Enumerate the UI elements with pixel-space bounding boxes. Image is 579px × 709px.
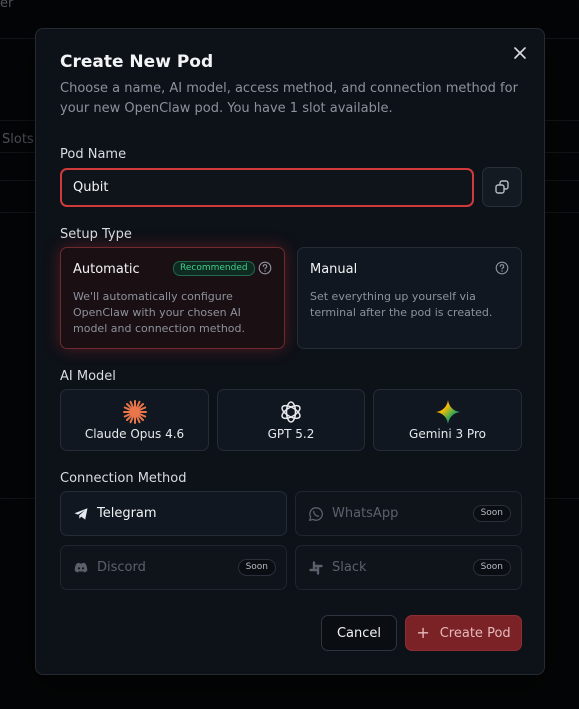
- recommended-badge: Recommended: [173, 261, 255, 276]
- setup-option-manual[interactable]: Manual Set everything up yourself via te…: [297, 247, 522, 349]
- connection-option-name: WhatsApp: [332, 506, 399, 521]
- cancel-button[interactable]: Cancel: [321, 615, 397, 651]
- soon-badge: Soon: [237, 559, 276, 576]
- discord-icon: [74, 562, 88, 573]
- create-pod-dialog: Create New Pod Choose a name, AI model, …: [35, 28, 545, 675]
- connection-option-name: Slack: [332, 560, 367, 575]
- copy-link-button[interactable]: [482, 167, 522, 207]
- help-icon[interactable]: [258, 261, 272, 275]
- link-icon: [495, 180, 509, 194]
- model-option-name: GPT 5.2: [267, 427, 315, 441]
- model-option-claude[interactable]: Claude Opus 4.6: [60, 389, 209, 451]
- setup-option-title: Manual: [310, 262, 358, 277]
- connection-option-discord: Discord Soon: [60, 545, 287, 590]
- plus-icon: +: [416, 623, 430, 642]
- ai-model-label: AI Model: [60, 369, 116, 384]
- openai-icon: [281, 401, 301, 423]
- connection-option-name: Discord: [97, 560, 146, 575]
- close-icon: [514, 47, 526, 59]
- connection-option-name: Telegram: [97, 506, 157, 521]
- model-option-gpt[interactable]: GPT 5.2: [217, 389, 365, 451]
- connection-option-telegram[interactable]: Telegram: [60, 491, 287, 536]
- whatsapp-icon: [308, 506, 323, 521]
- setup-type-label: Setup Type: [60, 227, 132, 242]
- model-option-gemini[interactable]: Gemini 3 Pro: [373, 389, 522, 451]
- gemini-icon: [435, 400, 460, 424]
- connection-method-label: Connection Method: [60, 471, 187, 486]
- close-button[interactable]: [510, 43, 530, 63]
- create-pod-label: Create Pod: [439, 625, 511, 641]
- setup-option-automatic[interactable]: Automatic Recommended We'll automaticall…: [60, 247, 285, 349]
- connection-option-whatsapp: WhatsApp Soon: [295, 491, 522, 536]
- connection-option-slack: Slack Soon: [295, 545, 522, 590]
- setup-option-description: We'll automatically configure OpenClaw w…: [73, 290, 246, 335]
- model-option-name: Claude Opus 4.6: [84, 427, 185, 441]
- create-pod-button[interactable]: + Create Pod: [405, 615, 522, 651]
- dialog-description: Choose a name, AI model, access method, …: [60, 81, 518, 116]
- dialog-title: Create New Pod: [60, 52, 214, 72]
- help-icon[interactable]: [495, 261, 509, 275]
- slack-icon: [309, 560, 323, 575]
- soon-badge: Soon: [472, 505, 511, 522]
- soon-badge: Soon: [472, 559, 511, 576]
- pod-name-label: Pod Name: [60, 147, 127, 162]
- telegram-icon: [74, 507, 88, 520]
- setup-option-description: Set everything up yourself via terminal …: [310, 290, 493, 319]
- model-option-name: Gemini 3 Pro: [409, 427, 486, 441]
- claude-icon: [122, 400, 147, 424]
- pod-name-input[interactable]: [60, 168, 474, 207]
